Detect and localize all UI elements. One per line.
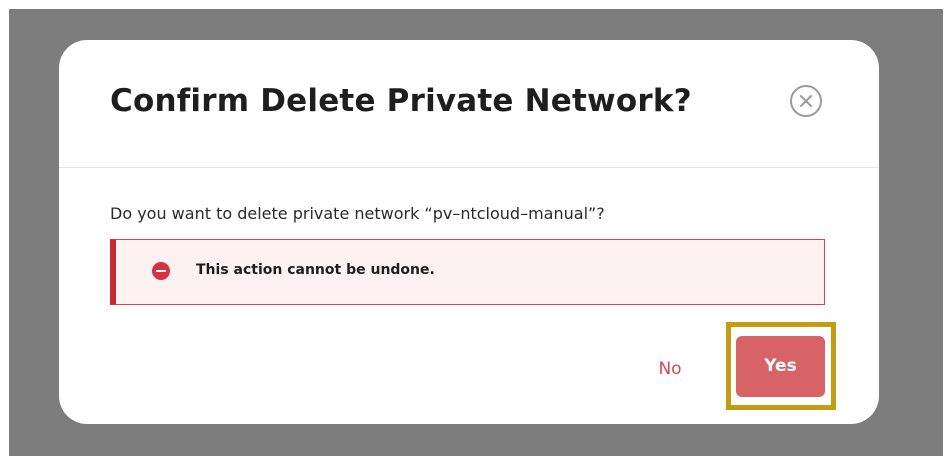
no-button[interactable]: No — [639, 354, 701, 384]
dialog-title: Confirm Delete Private Network? — [110, 83, 692, 119]
error-minus-circle-icon — [152, 262, 170, 280]
dialog-message: Do you want to delete private network “p… — [110, 204, 605, 223]
warning-alert: This action cannot be undone. — [110, 239, 825, 305]
close-x-glyph — [800, 95, 812, 107]
alert-text: This action cannot be undone. — [196, 262, 435, 278]
close-icon[interactable] — [790, 85, 822, 117]
dialog-header: Confirm Delete Private Network? — [59, 40, 879, 168]
confirm-delete-dialog: Confirm Delete Private Network? Do you w… — [59, 40, 879, 424]
yes-button[interactable]: Yes — [736, 336, 825, 397]
